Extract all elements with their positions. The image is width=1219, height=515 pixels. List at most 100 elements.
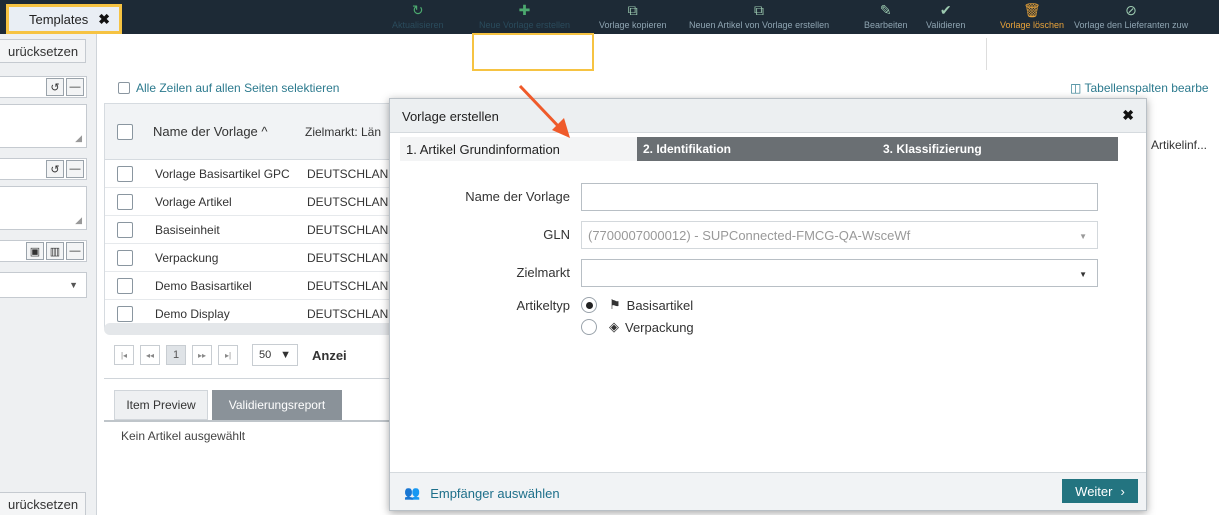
table-row[interactable]: Demo Basisartikel DEUTSCHLAN [105,272,398,300]
tab-item-preview[interactable]: Item Preview [114,390,208,420]
filter-select[interactable]: ▼ [0,272,87,298]
chevron-down-icon: ▼ [69,280,78,290]
prev-page-button[interactable]: ◂◂ [140,345,160,365]
row-checkbox[interactable] [117,249,133,266]
pencil-icon: ✎ [879,2,892,18]
table-row[interactable]: Vorlage Basisartikel GPC DEUTSCHLAN [105,160,398,188]
close-icon[interactable]: ✖ [98,11,110,28]
radio-button[interactable] [581,297,597,313]
grid-header: Name der Vorlage ^ Zielmarkt: Län [105,104,398,160]
columns-icon: ◫ [1070,81,1085,95]
step-basic-info[interactable]: 1. Artikel Grundinformation [400,137,637,161]
target-market-label: Zielmarkt [516,265,570,280]
undo-icon[interactable]: ↺ [46,78,64,96]
validate-button[interactable]: ✔ Validieren [926,2,965,30]
chevron-right-icon: › [1120,483,1125,499]
column-header-market[interactable]: Zielmarkt: Län [299,125,381,139]
first-page-button[interactable]: |◂ [114,345,134,365]
flag-icon: ⚑ [609,297,621,312]
minus-icon[interactable]: — [66,160,84,178]
delete-template-button[interactable]: 🗑 Vorlage löschen [1000,2,1064,30]
divider [104,378,399,379]
trash-icon: 🗑 [1023,2,1041,18]
refresh-icon: ↻ [411,2,424,18]
next-button[interactable]: Weiter › [1062,479,1138,503]
resize-handle-icon[interactable]: ◢ [75,215,82,226]
step-identification[interactable]: 2. Identifikation [637,137,877,161]
radio-verpackung[interactable]: ◈ Verpackung [581,319,694,335]
filter-row: ↺ — [0,76,87,98]
chevron-down-icon: ▼ [280,349,291,361]
select-all-checkbox[interactable] [118,82,130,94]
next-page-button[interactable]: ▸▸ [192,345,212,365]
row-checkbox[interactable] [117,193,133,210]
row-checkbox[interactable] [117,221,133,238]
tab-templates-label: Templates [29,11,89,27]
template-name-input[interactable] [581,183,1098,211]
column-header-article-info[interactable]: Artikelinf... [1147,130,1219,160]
resize-handle-icon[interactable]: ◢ [75,133,82,144]
new-article-from-template-button[interactable]: ⧉ Neuen Artikel von Vorlage erstellen [689,2,829,30]
row-checkbox[interactable] [117,277,133,294]
package-icon: ◈ [609,319,619,334]
users-icon: 👥 [404,485,421,500]
tab-validation-report[interactable]: Validierungsreport [212,390,342,420]
column-settings-link[interactable]: ◫ Tabellenspalten bearbe [1070,81,1209,95]
filter-row: ↺ — [0,158,87,180]
tab-templates[interactable]: Templates ✖ [6,4,122,34]
row-checkbox[interactable] [117,165,133,182]
assign-supplier-button[interactable]: ⊘ Vorlage den Lieferanten zuw [1074,2,1188,30]
copy-icon: ⧉ [754,2,765,18]
table-row[interactable]: Basiseinheit DEUTSCHLAN [105,216,398,244]
create-template-dialog: Vorlage erstellen ✖ 1. Artikel Grundinfo… [389,98,1147,511]
chevron-down-icon: ▼ [1079,232,1087,241]
edit-button[interactable]: ✎ Bearbeiten [864,2,908,30]
step-classification[interactable]: 3. Klassifizierung [877,137,1118,161]
filter-textarea[interactable]: ◢ [0,104,87,148]
table-row[interactable]: Verpackung DEUTSCHLAN [105,244,398,272]
table-row[interactable]: Vorlage Artikel DEUTSCHLAN [105,188,398,216]
divider [104,420,399,422]
last-page-button[interactable]: ▸| [218,345,238,365]
trash-icon[interactable]: ▥ [46,242,64,260]
gln-label: GLN [543,227,570,242]
target-market-select[interactable]: ▼ [581,259,1098,287]
copy-icon: ⧉ [627,2,638,18]
minus-icon[interactable]: — [66,78,84,96]
refresh-button[interactable]: ↻ Aktualisieren [392,2,444,30]
dialog-footer: 👥 Empfänger auswählen Weiter › [390,472,1146,510]
page-size-select[interactable]: 50 ▼ [252,344,298,366]
filter-actions-row: ▣ ▥ — [0,240,87,262]
gln-select[interactable]: (7700007000012) - SUPConnected-FMCG-QA-W… [581,221,1098,249]
display-count-label: Anzei [312,347,347,363]
reset-button-bottom[interactable]: urücksetzen [0,492,86,515]
horizontal-scrollbar[interactable] [104,323,399,335]
reset-button[interactable]: urücksetzen [0,39,86,63]
row-checkbox[interactable] [117,305,133,322]
template-grid: Name der Vorlage ^ Zielmarkt: Län Vorlag… [104,103,399,328]
radio-basisartikel[interactable]: ⚑ Basisartikel [581,297,693,313]
copy-template-button[interactable]: ⧉ Vorlage kopieren [599,2,667,30]
article-type-label: Artikeltyp [516,298,570,313]
radio-button[interactable] [581,319,597,335]
template-name-label: Name der Vorlage [465,189,570,204]
current-page[interactable]: 1 [166,345,186,365]
highlight-box [472,33,594,71]
check-icon: ✔ [939,2,952,18]
header-checkbox[interactable] [117,123,133,140]
select-recipients-link[interactable]: 👥 Empfänger auswählen [404,485,560,501]
pager: |◂ ◂◂ 1 ▸▸ ▸| 50 ▼ Anzei [114,344,347,366]
minus-icon[interactable]: — [66,242,84,260]
filter-panel: urücksetzen ↺ — ◢ ↺ — ◢ ▣ ▥ — ▼ urückset… [0,34,97,515]
dialog-header: Vorlage erstellen ✖ [390,99,1146,133]
close-icon[interactable]: ✖ [1122,107,1134,124]
column-header-name[interactable]: Name der Vorlage ^ [145,124,299,139]
new-template-button[interactable]: ✚ Neue Vorlage erstellen [479,2,570,30]
save-icon[interactable]: ▣ [26,242,44,260]
toolbar-divider [986,38,987,70]
empty-state-text: Kein Artikel ausgewählt [121,429,246,443]
filter-textarea[interactable]: ◢ [0,186,87,230]
select-all-pages[interactable]: Alle Zeilen auf allen Seiten selektieren [118,81,339,95]
undo-icon[interactable]: ↺ [46,160,64,178]
dialog-title: Vorlage erstellen [402,109,499,124]
